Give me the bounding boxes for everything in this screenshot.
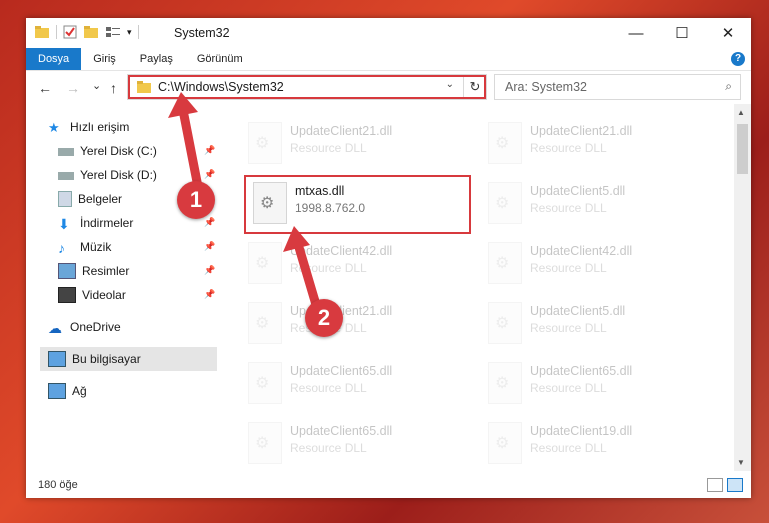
annotation-arrows <box>168 92 322 313</box>
arrow-2-head <box>283 226 310 252</box>
arrow-2 <box>293 239 322 313</box>
callout-badge-1: 1 <box>177 181 215 219</box>
arrow-1 <box>178 105 204 197</box>
arrow-1-head <box>168 92 198 118</box>
callout-badge-2: 2 <box>305 299 343 337</box>
